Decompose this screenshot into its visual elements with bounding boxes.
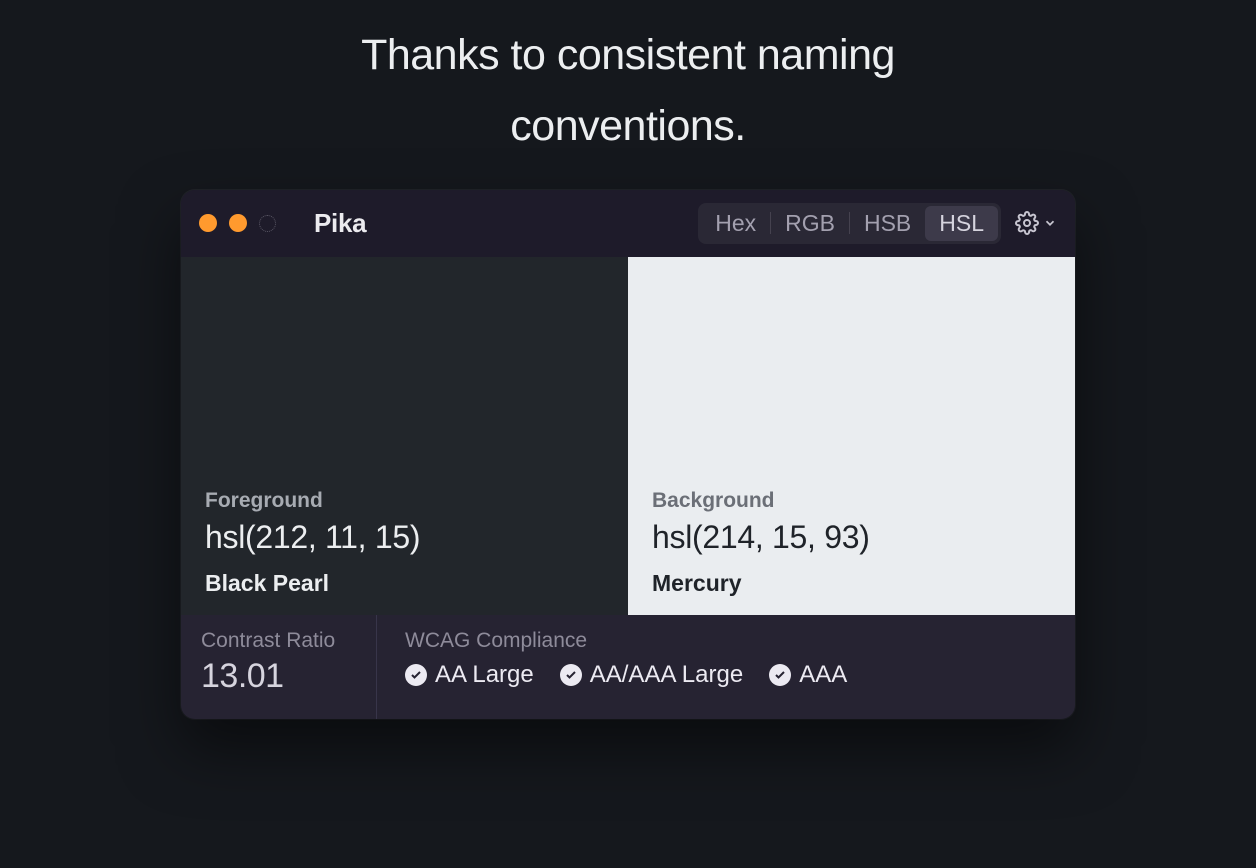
tab-hex[interactable]: Hex: [701, 206, 770, 241]
foreground-color-name: Black Pearl: [205, 570, 604, 597]
wcag-item-label: AA/AAA Large: [590, 661, 743, 689]
tab-hsb[interactable]: HSB: [850, 206, 925, 241]
contrast-panel: Contrast Ratio 13.01: [181, 615, 377, 719]
contrast-label: Contrast Ratio: [201, 629, 356, 653]
minimize-button[interactable]: [229, 214, 247, 232]
footer-panel: Contrast Ratio 13.01 WCAG Compliance AA …: [181, 615, 1075, 719]
window-controls: [199, 214, 276, 232]
tab-rgb[interactable]: RGB: [771, 206, 849, 241]
wcag-panel: WCAG Compliance AA Large AA/AAA Large: [377, 615, 1075, 719]
check-icon: [769, 664, 791, 686]
background-value: hsl(214, 15, 93): [652, 519, 1051, 556]
foreground-swatch[interactable]: Foreground hsl(212, 11, 15) Black Pearl: [181, 257, 628, 615]
foreground-label: Foreground: [205, 489, 604, 513]
page-heading: Thanks to consistent naming conventions.: [278, 0, 978, 162]
tab-hsl[interactable]: HSL: [925, 206, 998, 241]
wcag-items: AA Large AA/AAA Large AAA: [405, 661, 1047, 689]
check-icon: [560, 664, 582, 686]
wcag-item-label: AAA: [799, 661, 847, 689]
color-swatches: Foreground hsl(212, 11, 15) Black Pearl …: [181, 257, 1075, 615]
background-swatch[interactable]: Background hsl(214, 15, 93) Mercury: [628, 257, 1075, 615]
color-format-tabs: Hex RGB HSB HSL: [698, 203, 1001, 244]
chevron-down-icon: [1043, 216, 1057, 230]
window-titlebar: Pika Hex RGB HSB HSL: [181, 190, 1075, 257]
app-title: Pika: [314, 208, 366, 239]
wcag-item-aaa: AAA: [769, 661, 847, 689]
zoom-button[interactable]: [259, 215, 276, 232]
wcag-item-aa-large: AA Large: [405, 661, 534, 689]
wcag-label: WCAG Compliance: [405, 629, 1047, 653]
gear-icon: [1015, 211, 1039, 235]
wcag-item-aa-aaa-large: AA/AAA Large: [560, 661, 743, 689]
app-window: Pika Hex RGB HSB HSL Foreground hsl(212,…: [181, 190, 1075, 719]
contrast-value: 13.01: [201, 657, 356, 696]
settings-button[interactable]: [1015, 211, 1057, 235]
wcag-item-label: AA Large: [435, 661, 534, 689]
close-button[interactable]: [199, 214, 217, 232]
background-label: Background: [652, 489, 1051, 513]
check-icon: [405, 664, 427, 686]
foreground-value: hsl(212, 11, 15): [205, 519, 604, 556]
background-color-name: Mercury: [652, 570, 1051, 597]
